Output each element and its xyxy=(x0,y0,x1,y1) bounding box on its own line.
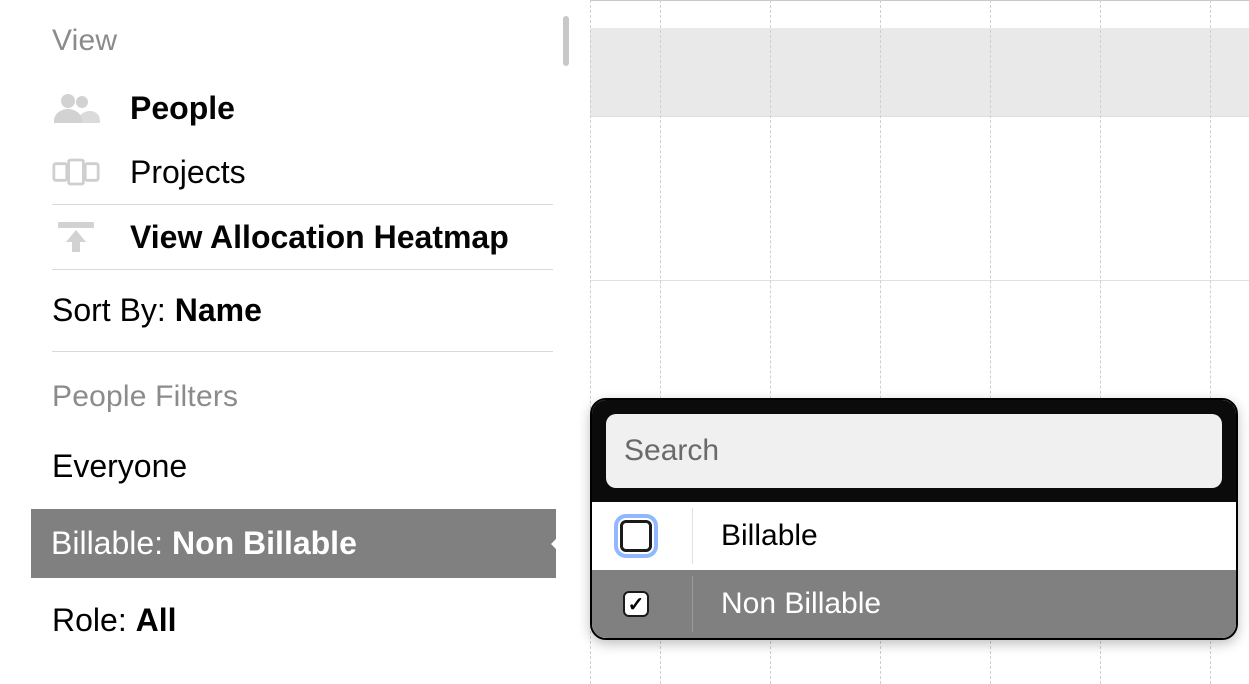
filter-everyone[interactable]: Everyone xyxy=(32,430,557,503)
sidebar-item-projects[interactable]: Projects xyxy=(32,140,557,204)
filter-role[interactable]: Role: All xyxy=(32,584,557,657)
grid-hline xyxy=(590,280,1249,281)
popover-search-input[interactable] xyxy=(606,414,1222,488)
option-separator xyxy=(692,576,693,632)
grid-hline xyxy=(590,0,1249,1)
checkbox-wrap xyxy=(608,591,664,617)
pointer-carat-icon xyxy=(551,522,573,566)
checkbox-non-billable[interactable] xyxy=(623,591,649,617)
app-root: View People xyxy=(0,0,1249,684)
filter-popover-billable: Billable Non Billable xyxy=(590,398,1238,640)
popover-option-label: Non Billable xyxy=(721,587,1220,621)
popover-option-label: Billable xyxy=(721,519,1220,553)
popover-option-non-billable[interactable]: Non Billable xyxy=(592,570,1236,638)
sidebar-scrollbar[interactable] xyxy=(563,0,569,684)
sidebar-item-people[interactable]: People xyxy=(32,76,557,140)
sort-by-row[interactable]: Sort By: Name xyxy=(32,270,557,351)
checkbox-wrap xyxy=(608,520,664,552)
section-view-title: View xyxy=(32,0,557,76)
sort-by-label: Sort By: xyxy=(52,292,175,328)
sort-by-value: Name xyxy=(175,292,262,328)
view-heading: View xyxy=(52,24,537,58)
option-separator xyxy=(692,508,693,564)
heatmap-upload-icon xyxy=(52,217,100,257)
people-filters-heading: People Filters xyxy=(52,380,537,414)
popover-search-wrap xyxy=(592,400,1236,502)
popover-option-billable[interactable]: Billable xyxy=(592,502,1236,570)
sidebar-item-label: View Allocation Heatmap xyxy=(130,219,509,256)
grid-header-band xyxy=(590,28,1249,116)
filter-role-value: All xyxy=(136,602,177,638)
filter-everyone-label: Everyone xyxy=(52,448,187,484)
projects-icon xyxy=(52,152,100,192)
sidebar: View People xyxy=(32,0,557,684)
filter-billable-label: Billable: xyxy=(51,525,172,561)
scrollbar-thumb[interactable] xyxy=(563,16,569,66)
sidebar-item-label: Projects xyxy=(130,154,246,191)
sidebar-item-label: People xyxy=(130,90,235,127)
grid-hline xyxy=(590,116,1249,117)
filter-billable-value: Non Billable xyxy=(172,525,357,561)
filter-billable-selected[interactable]: Billable: Non Billable xyxy=(31,509,556,578)
filter-role-label: Role: xyxy=(52,602,136,638)
section-filters-title: People Filters xyxy=(32,352,557,430)
sidebar-item-heatmap[interactable]: View Allocation Heatmap xyxy=(32,205,557,269)
checkbox-billable[interactable] xyxy=(620,520,652,552)
people-icon xyxy=(52,88,100,128)
